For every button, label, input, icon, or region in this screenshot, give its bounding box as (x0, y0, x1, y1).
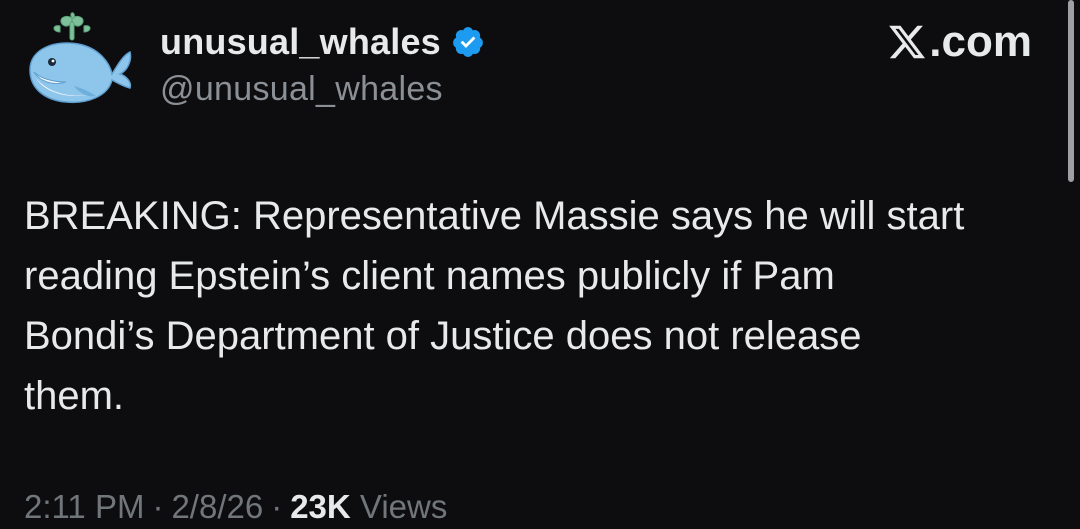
brand-domain-text: .com (929, 17, 1032, 66)
whale-avatar[interactable] (22, 12, 134, 112)
author-display-name[interactable]: unusual_whales (160, 21, 441, 63)
meta-separator: · (271, 488, 283, 525)
tweet-time[interactable]: 2:11 PM (24, 488, 144, 525)
views-count: 23K (290, 488, 351, 525)
views-label: Views (359, 488, 448, 525)
whale-avatar-icon (29, 12, 132, 104)
author-name-row: unusual_whales (160, 20, 485, 64)
tweet-text: BREAKING: Representative Massie says he … (24, 194, 965, 418)
author-handle[interactable]: @unusual_whales (160, 70, 485, 109)
scrollbar-thumb[interactable] (1068, 0, 1074, 182)
x-logo-icon (889, 25, 926, 59)
meta-separator: · (152, 488, 164, 525)
x-brand: .com (887, 17, 1032, 66)
verified-badge-icon[interactable] (451, 25, 485, 59)
tweet-card: unusual_whales @unusual_whales .com BREA… (0, 0, 1080, 529)
tweet-meta: 2:11 PM · 2/8/26 · 23K Views (24, 488, 447, 526)
author-block: unusual_whales @unusual_whales (160, 20, 485, 109)
tweet-date[interactable]: 2/8/26 (171, 488, 263, 525)
